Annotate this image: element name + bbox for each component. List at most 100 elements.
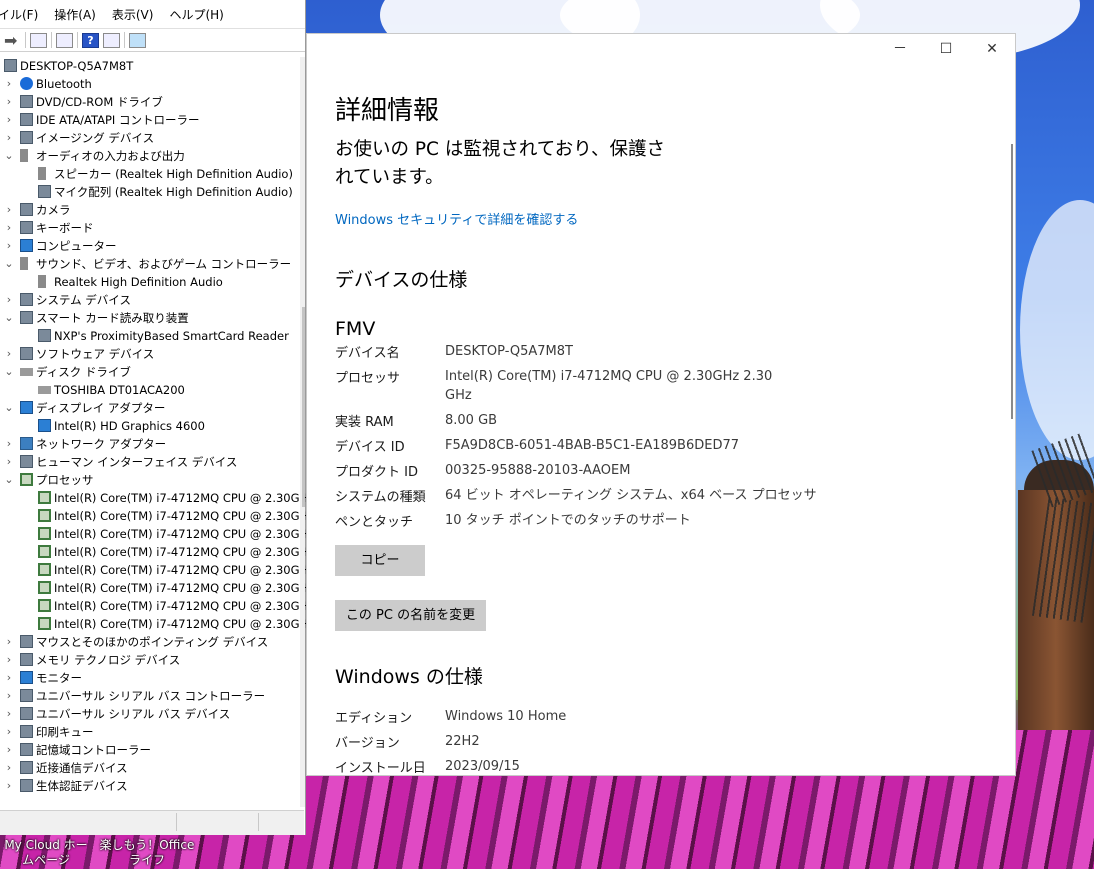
copy-button[interactable]: コピー [335,545,425,576]
tree-item-label: 印刷キュー [36,725,94,739]
chevron-right-icon[interactable]: › [4,651,14,669]
chevron-down-icon[interactable]: ⌄ [4,147,14,165]
tree-item[interactable]: ⌄ プロセッサ [0,471,300,489]
chevron-right-icon[interactable]: › [4,111,14,129]
tree-item[interactable]: › 近接通信デバイス [0,759,300,777]
spec-key-product-id: プロダクト ID [335,465,418,480]
settings-scrollbar[interactable] [1011,144,1013,419]
tree-item[interactable]: › Bluetooth [0,75,300,93]
smart-card-reader-icon [38,329,51,342]
chevron-down-icon[interactable]: ⌄ [4,363,14,381]
tree-item[interactable]: › メモリ テクノロジ デバイス [0,651,300,669]
chevron-right-icon[interactable]: › [4,345,14,363]
tree-item[interactable]: Intel(R) Core(TM) i7-4712MQ CPU @ 2.30GH… [0,543,314,561]
tree-item[interactable]: Intel(R) HD Graphics 4600 [0,417,300,435]
tree-item[interactable]: TOSHIBA DT01ACA200 [0,381,300,399]
tree-item[interactable]: ⌄ ディスプレイ アダプター [0,399,300,417]
chevron-down-icon[interactable]: ⌄ [4,399,14,417]
tree-item[interactable]: Intel(R) Core(TM) i7-4712MQ CPU @ 2.30GH… [0,597,314,615]
menu-action[interactable]: 操作(A) [54,6,104,23]
chevron-right-icon[interactable]: › [4,741,14,759]
tree-item[interactable]: DESKTOP-Q5A7M8T [0,57,300,75]
tree-item[interactable]: Realtek High Definition Audio [0,273,300,291]
tree-item[interactable]: スピーカー (Realtek High Definition Audio) [0,165,300,183]
tree-item[interactable]: › カメラ [0,201,300,219]
processor-icon [38,545,51,558]
keyboard-icon [20,221,33,234]
tree-item[interactable]: Intel(R) Core(TM) i7-4712MQ CPU @ 2.30GH… [0,579,314,597]
tree-item[interactable]: › 生体認証デバイス [0,777,300,795]
chevron-right-icon[interactable]: › [4,435,14,453]
tree-scrollbar-thumb[interactable] [302,307,305,507]
minimize-button[interactable]: － [877,34,923,66]
tree-item[interactable]: › マウスとそのほかのポインティング デバイス [0,633,300,651]
tree-item[interactable]: ⌄ オーディオの入力および出力 [0,147,300,165]
tree-item[interactable]: › 記憶域コントローラー [0,741,300,759]
update-driver-icon[interactable] [103,32,120,48]
maximize-button[interactable]: ☐ [923,34,969,66]
tree-item[interactable]: › ネットワーク アダプター [0,435,300,453]
chevron-right-icon[interactable]: › [4,669,14,687]
properties-icon[interactable] [30,32,47,48]
desktop-icon-office[interactable]: 楽しもう！Office ライフ [98,838,196,868]
chevron-right-icon[interactable]: › [4,705,14,723]
chevron-down-icon[interactable]: ⌄ [4,255,14,273]
chevron-right-icon[interactable]: › [4,291,14,309]
chevron-down-icon[interactable]: ⌄ [4,309,14,327]
tree-item[interactable]: ⌄ スマート カード読み取り装置 [0,309,300,327]
list-icon[interactable] [56,32,73,48]
tree-item[interactable]: › キーボード [0,219,300,237]
menu-help[interactable]: ヘルプ(H) [169,6,231,23]
chevron-right-icon[interactable]: › [4,93,14,111]
tree-item[interactable]: › モニター [0,669,300,687]
security-details-link[interactable]: Windows セキュリティで詳細を確認する [335,209,578,228]
help-icon[interactable]: ? [82,32,99,48]
chevron-right-icon[interactable]: › [4,129,14,147]
chevron-right-icon[interactable]: › [4,201,14,219]
tree-item[interactable]: Intel(R) Core(TM) i7-4712MQ CPU @ 2.30GH… [0,561,314,579]
forward-arrow-icon[interactable]: ➡ [4,32,21,48]
tree-item[interactable]: マイク配列 (Realtek High Definition Audio) [0,183,300,201]
tree-item[interactable]: › 印刷キュー [0,723,300,741]
chevron-right-icon[interactable]: › [4,777,14,795]
chevron-right-icon[interactable]: › [4,687,14,705]
menu-file[interactable]: イル(F) [0,6,46,23]
desktop-icon-mycloud[interactable]: My Cloud ホームページ [0,838,92,868]
tree-item[interactable]: Intel(R) Core(TM) i7-4712MQ CPU @ 2.30GH… [0,525,314,543]
tree-item[interactable]: Intel(R) Core(TM) i7-4712MQ CPU @ 2.30GH… [0,615,314,633]
monitor-icon[interactable] [129,32,146,48]
protection-status-text: お使いの PC は監視されており、保護されています。 [335,139,665,188]
tree-item[interactable]: › ヒューマン インターフェイス デバイス [0,453,300,471]
tree-item[interactable]: NXP's ProximityBased SmartCard Reader [0,327,300,345]
tree-item[interactable]: › DVD/CD-ROM ドライブ [0,93,300,111]
close-button[interactable]: ✕ [969,34,1015,66]
tree-item[interactable]: › ユニバーサル シリアル バス コントローラー [0,687,300,705]
tree-item[interactable]: ⌄ ディスク ドライブ [0,363,300,381]
chevron-right-icon[interactable]: › [4,219,14,237]
tree-item[interactable]: › コンピューター [0,237,300,255]
ide-controller-icon [20,113,33,126]
menu-view[interactable]: 表示(V) [112,6,162,23]
tree-item[interactable]: › ソフトウェア デバイス [0,345,300,363]
tree-item[interactable]: › システム デバイス [0,291,300,309]
tree-item[interactable]: Intel(R) Core(TM) i7-4712MQ CPU @ 2.30GH… [0,507,314,525]
processor-icon [38,509,51,522]
tree-item[interactable]: › IDE ATA/ATAPI コントローラー [0,111,300,129]
chevron-right-icon[interactable]: › [4,75,14,93]
tree-item[interactable]: › ユニバーサル シリアル バス デバイス [0,705,300,723]
chevron-down-icon[interactable]: ⌄ [4,471,14,489]
tree-item[interactable]: ⌄ サウンド、ビデオ、およびゲーム コントローラー [0,255,300,273]
page-title: 詳細情報 [335,96,440,126]
tree-item[interactable]: › イメージング デバイス [0,129,300,147]
chevron-right-icon[interactable]: › [4,759,14,777]
spec-value-device-name: DESKTOP-Q5A7M8T [445,344,573,359]
spec-key-edition: エディション [335,711,413,726]
tree-item[interactable]: Intel(R) Core(TM) i7-4712MQ CPU @ 2.30GH… [0,489,314,507]
tree-scrollbar[interactable] [300,57,305,807]
chevron-right-icon[interactable]: › [4,237,14,255]
chevron-right-icon[interactable]: › [4,453,14,471]
chevron-right-icon[interactable]: › [4,723,14,741]
camera-icon [20,203,33,216]
rename-pc-button[interactable]: この PC の名前を変更 [335,600,486,631]
chevron-right-icon[interactable]: › [4,633,14,651]
